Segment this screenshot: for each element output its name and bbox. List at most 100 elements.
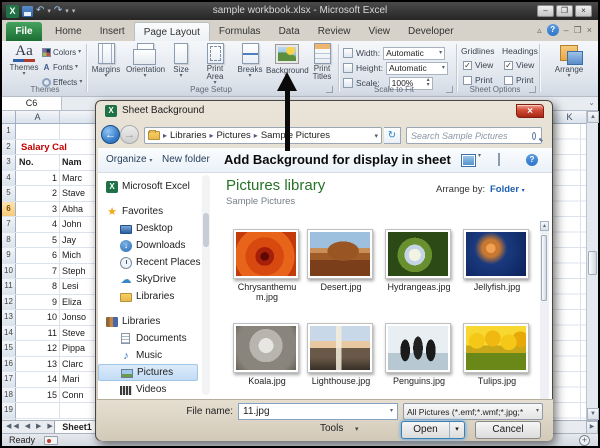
tab-home[interactable]: Home xyxy=(46,22,91,41)
row-header[interactable]: 3 xyxy=(2,155,16,170)
vertical-scroll-thumb[interactable] xyxy=(588,251,597,275)
scale-dialog-launcher[interactable] xyxy=(446,86,453,93)
nav-item-libraries-favorite[interactable]: Libraries xyxy=(98,288,202,305)
grid-cell[interactable]: Abha xyxy=(60,202,96,217)
views-button[interactable]: ▾ xyxy=(461,153,481,167)
headings-print-checkbox[interactable]: Print xyxy=(504,75,533,85)
row-header[interactable]: 11 xyxy=(2,279,16,294)
search-icon[interactable] xyxy=(532,131,536,140)
grid-cell[interactable]: Mari xyxy=(60,372,96,387)
row-header[interactable]: 7 xyxy=(2,217,16,232)
grid-cell[interactable]: 2 xyxy=(16,186,60,201)
nav-item-desktop[interactable]: Desktop xyxy=(98,220,202,237)
scroll-up-icon[interactable]: ▲ xyxy=(540,221,549,231)
workbook-minimize-icon[interactable]: – xyxy=(564,25,569,35)
refresh-icon[interactable]: ↻ xyxy=(384,127,401,144)
grid-cell[interactable]: Pippa xyxy=(60,341,96,356)
vertical-scrollbar[interactable]: ▲ ▼ xyxy=(586,111,599,420)
file-name-combobox[interactable]: 11.jpg ▾ xyxy=(238,403,398,420)
nav-item-microsoft-excel[interactable]: X Microsoft Excel xyxy=(98,178,202,195)
row-header[interactable]: 15 xyxy=(2,341,16,356)
grid-cell[interactable]: 9 xyxy=(16,294,60,309)
row-header[interactable]: 19 xyxy=(2,403,16,418)
macro-record-icon[interactable] xyxy=(44,436,58,445)
tab-view[interactable]: View xyxy=(359,22,399,41)
name-box[interactable]: C6 xyxy=(2,97,62,110)
arrange-button[interactable]: Arrange ▾ xyxy=(547,45,591,79)
tab-formulas[interactable]: Formulas xyxy=(210,22,270,41)
grid-cell[interactable]: Mich xyxy=(60,248,96,263)
file-type-combobox[interactable]: All Pictures (*.emf;*.wmf;*.jpg;* ▾ xyxy=(403,403,543,420)
workbook-restore-icon[interactable]: ❐ xyxy=(574,25,582,36)
row-header[interactable]: 2 xyxy=(2,139,16,154)
tab-insert[interactable]: Insert xyxy=(91,22,134,41)
grid-cell[interactable]: 7 xyxy=(16,263,60,278)
background-button[interactable]: Background xyxy=(266,43,309,75)
grid-cell[interactable]: Lesi xyxy=(60,279,96,294)
row-header[interactable]: 10 xyxy=(2,263,16,278)
breadcrumb-dropdown-icon[interactable]: ▾ xyxy=(374,132,378,140)
grid-cell[interactable]: 15 xyxy=(16,387,60,402)
grid-cell[interactable] xyxy=(16,403,60,418)
preview-pane-button[interactable] xyxy=(498,153,500,166)
scroll-up-icon[interactable]: ▲ xyxy=(587,111,599,123)
row-header[interactable]: 5 xyxy=(2,186,16,201)
grid-cell[interactable]: Nam xyxy=(60,155,96,170)
nav-item-videos[interactable]: Videos xyxy=(98,381,202,398)
minimize-ribbon-icon[interactable]: ▵ xyxy=(537,25,542,36)
file-item-tulips[interactable]: Tulips.jpg xyxy=(463,323,531,386)
file-item-hydrangeas[interactable]: Hydrangeas.jpg xyxy=(385,229,453,292)
row-header[interactable]: 9 xyxy=(2,248,16,263)
select-all-corner[interactable] xyxy=(2,111,16,124)
sheet-title-cell[interactable]: Salary Cal xyxy=(21,140,67,155)
file-item-jellyfish[interactable]: Jellyfish.jpg xyxy=(463,229,531,292)
themes-button[interactable]: Aa Themes ▾ xyxy=(6,43,42,77)
open-button[interactable]: Open ▾ xyxy=(401,421,465,439)
file-item-koala[interactable]: Koala.jpg xyxy=(233,323,301,386)
files-scroll-thumb[interactable] xyxy=(541,235,547,301)
grid-cell[interactable]: Steve xyxy=(60,326,96,341)
sheet-options-dialog-launcher[interactable] xyxy=(529,86,536,93)
nav-scroll-thumb[interactable] xyxy=(203,213,209,247)
gridlines-print-checkbox[interactable]: Print xyxy=(463,75,492,85)
nav-item-skydrive[interactable]: ☁ SkyDrive xyxy=(98,271,202,288)
grid-cell[interactable]: Steph xyxy=(60,264,96,279)
nav-item-documents[interactable]: Documents xyxy=(98,330,202,347)
dialog-help-icon[interactable]: ? xyxy=(526,154,538,166)
row-header-active[interactable]: 6 xyxy=(2,201,16,216)
theme-colors-button[interactable]: Colors ▾ xyxy=(42,45,88,59)
workbook-close-icon[interactable]: × xyxy=(587,25,592,35)
nav-header-libraries[interactable]: Libraries xyxy=(98,313,202,330)
restore-button[interactable]: ❐ xyxy=(556,5,573,17)
grid-cell[interactable]: 13 xyxy=(16,356,60,371)
grid-cell[interactable]: Marc xyxy=(60,171,96,186)
tab-review[interactable]: Review xyxy=(309,22,360,41)
organize-button[interactable]: Organize ▾ xyxy=(106,154,152,165)
search-input[interactable] xyxy=(407,130,532,141)
grid-cell[interactable]: 10 xyxy=(16,310,60,325)
grid-cell[interactable] xyxy=(60,124,96,139)
theme-fonts-button[interactable]: A Fonts ▾ xyxy=(42,60,88,74)
grid-cell[interactable]: 8 xyxy=(16,279,60,294)
column-header-a[interactable]: A xyxy=(16,111,60,124)
grid-cell[interactable]: 12 xyxy=(16,341,60,356)
grid-cell[interactable]: 6 xyxy=(16,248,60,263)
gridlines-view-checkbox[interactable]: ✓ View xyxy=(463,60,493,70)
file-item-desert[interactable]: Desert.jpg xyxy=(307,229,375,292)
formula-bar-expand-icon[interactable]: ⌄ xyxy=(588,98,595,107)
breadcrumb-pictures[interactable]: Pictures xyxy=(216,130,250,141)
breadcrumb-libraries[interactable]: Libraries xyxy=(170,130,206,141)
file-item-chrysanthemum[interactable]: Chrysanthemum.jpg xyxy=(233,229,301,302)
column-header-k[interactable]: K xyxy=(552,111,586,124)
column-header-b[interactable] xyxy=(60,111,96,124)
tab-file[interactable]: File xyxy=(6,22,42,41)
orientation-button[interactable]: Orientation ▾ xyxy=(126,43,165,79)
help-icon[interactable]: ? xyxy=(546,24,559,36)
nav-item-recent-places[interactable]: Recent Places xyxy=(98,254,202,271)
nav-scrollbar[interactable] xyxy=(202,175,210,395)
scroll-down-icon[interactable]: ▼ xyxy=(587,408,599,420)
cancel-button[interactable]: Cancel xyxy=(475,421,541,439)
grid-cell[interactable] xyxy=(60,403,96,418)
nav-item-downloads[interactable]: ↓ Downloads xyxy=(98,237,202,254)
files-scrollbar[interactable]: ▲ xyxy=(540,221,549,399)
